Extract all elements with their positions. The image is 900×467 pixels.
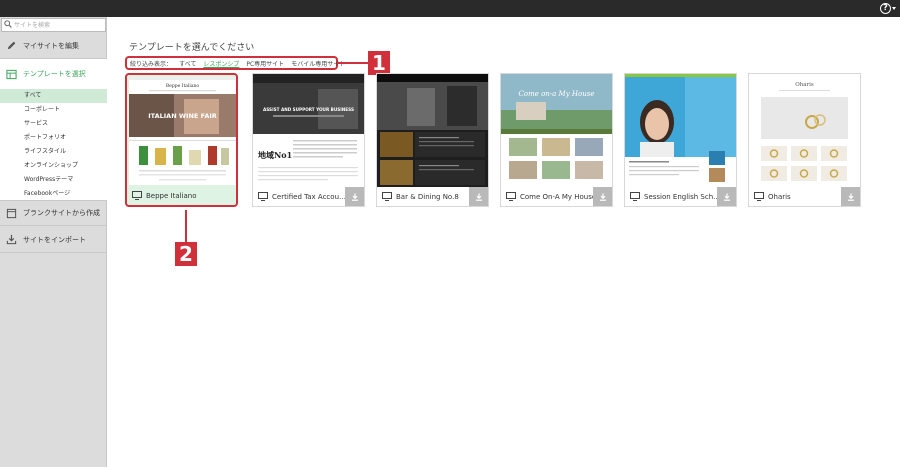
chevron-down-icon xyxy=(892,7,896,10)
template-card-bar-dining[interactable]: Bar & Dining No.8 xyxy=(376,73,489,207)
template-name: Session English School xyxy=(644,192,722,201)
template-thumbnail: Beppe Italiano ITALIAN WINE FAIR xyxy=(129,77,236,185)
template-caption: Oharis xyxy=(749,187,860,206)
download-icon xyxy=(599,193,606,201)
annotation-badge-1: 1 xyxy=(368,51,390,75)
filter-label: 絞り込み表示： xyxy=(130,60,173,68)
monitor-icon xyxy=(506,192,516,201)
thumb-logo: Oharis xyxy=(795,82,814,88)
pencil-icon xyxy=(7,41,16,50)
filter-pc-only[interactable]: PC専用サイト xyxy=(246,59,284,68)
thumb-script: Come on-a My House xyxy=(519,90,595,98)
template-category-list: すべて コーポレート サービス ポートフォリオ ライフスタイル オンラインショッ… xyxy=(0,89,107,200)
filter-responsive[interactable]: レスポンシブ xyxy=(203,59,239,68)
sidebar-item-label: ブランクサイトから作成 xyxy=(23,209,100,217)
help-menu-button[interactable]: ? xyxy=(880,2,896,15)
category-item-lifestyle[interactable]: ライフスタイル xyxy=(0,145,107,159)
download-button[interactable] xyxy=(717,187,736,206)
download-button[interactable] xyxy=(841,187,860,206)
search-input[interactable] xyxy=(14,19,104,31)
thumb-logo: Beppe Italiano xyxy=(166,83,200,89)
download-button[interactable] xyxy=(345,187,364,206)
top-bar: ? xyxy=(0,0,900,17)
download-icon xyxy=(847,193,854,201)
template-caption: Come On-A My House xyxy=(501,187,612,206)
sidebar-item-label: サイトをインポート xyxy=(23,235,86,244)
template-thumbnail: Come on-a My House xyxy=(501,74,612,187)
search-icon xyxy=(4,20,12,28)
annotation-connector-2 xyxy=(185,210,187,242)
sidebar-item-label: マイサイトを編集 xyxy=(23,41,79,50)
template-card-session-english[interactable]: Session English School xyxy=(624,73,737,207)
template-preview-graphic: Beppe Italiano ITALIAN WINE FAIR xyxy=(129,77,236,185)
category-item-all[interactable]: すべて xyxy=(0,89,107,103)
sidebar-item-create-blank[interactable]: ブランクサイトから作成 xyxy=(0,200,107,226)
template-name: Oharis xyxy=(768,192,791,201)
template-preview-graphic xyxy=(377,74,488,187)
filter-all[interactable]: すべて xyxy=(179,59,196,68)
thumb-headline: ITALIAN WINE FAIR xyxy=(148,112,217,120)
download-icon xyxy=(723,193,730,201)
template-thumbnail xyxy=(625,74,736,187)
search-box[interactable] xyxy=(1,18,106,32)
template-caption: Session English School xyxy=(625,187,736,206)
template-thumbnail: Oharis xyxy=(749,74,860,187)
template-caption: Bar & Dining No.8 xyxy=(377,187,488,206)
thumb-kanji: 地域No1 xyxy=(258,150,292,160)
template-name: Bar & Dining No.8 xyxy=(396,192,459,201)
category-item-corporate[interactable]: コーポレート xyxy=(0,103,107,117)
annotation-connector-1 xyxy=(338,62,368,64)
template-card-oharis[interactable]: Oharis Oharis xyxy=(748,73,861,207)
sidebar-item-select-template[interactable]: テンプレートを選択 xyxy=(0,59,107,89)
download-icon xyxy=(475,193,482,201)
template-thumbnail: ASSIST AND SUPPORT YOUR BUSINESS 地域No1 xyxy=(253,74,364,187)
template-thumbnail xyxy=(377,74,488,187)
sidebar: マイサイトを編集 テンプレートを選択 すべて コーポレート サービス ポートフォ… xyxy=(0,17,107,467)
import-icon xyxy=(6,234,17,245)
monitor-icon xyxy=(754,192,764,201)
category-item-online-shop[interactable]: オンラインショップ xyxy=(0,159,107,173)
sidebar-item-edit-my-site[interactable]: マイサイトを編集 xyxy=(0,33,107,59)
category-item-wordpress[interactable]: WordPressテーマ xyxy=(0,173,107,187)
template-caption: Beppe Italiano xyxy=(127,186,236,205)
template-name: Beppe Italiano xyxy=(146,191,197,200)
category-item-facebook[interactable]: Facebookページ xyxy=(0,187,107,201)
monitor-icon xyxy=(132,191,142,200)
download-button[interactable] xyxy=(469,187,488,206)
template-preview-graphic: Come on-a My House xyxy=(501,74,612,187)
category-item-service[interactable]: サービス xyxy=(0,117,107,131)
thumb-headline: ASSIST AND SUPPORT YOUR BUSINESS xyxy=(263,107,354,112)
template-name: Certified Tax Accountant xyxy=(272,192,350,201)
page-title: テンプレートを選んでください xyxy=(129,43,255,53)
annotation-badge-2: 2 xyxy=(175,242,197,266)
monitor-icon xyxy=(630,192,640,201)
template-card-come-on-a-my-house[interactable]: Come on-a My House Come On-A My House xyxy=(500,73,613,207)
template-name: Come On-A My House xyxy=(520,192,597,201)
blank-page-icon xyxy=(6,208,17,218)
monitor-icon xyxy=(382,192,392,201)
filter-bar: 絞り込み表示： すべて レスポンシブ PC専用サイト モバイル専用サイト xyxy=(125,56,345,70)
grid-icon xyxy=(6,69,17,79)
question-circle-icon: ? xyxy=(880,3,891,14)
sidebar-item-import-site[interactable]: サイトをインポート xyxy=(0,227,107,253)
template-preview-graphic: Oharis xyxy=(749,74,860,187)
template-caption: Certified Tax Accountant xyxy=(253,187,364,206)
template-card-certified-tax[interactable]: ASSIST AND SUPPORT YOUR BUSINESS 地域No1 C… xyxy=(252,73,365,207)
template-preview-graphic: ASSIST AND SUPPORT YOUR BUSINESS 地域No1 xyxy=(253,74,364,187)
sidebar-item-label: テンプレートを選択 xyxy=(23,70,86,78)
template-preview-graphic xyxy=(625,74,736,187)
monitor-icon xyxy=(258,192,268,201)
template-card-beppe-italiano[interactable]: Beppe Italiano ITALIAN WINE FAIR Beppe I… xyxy=(125,73,238,207)
download-icon xyxy=(351,193,358,201)
category-item-portfolio[interactable]: ポートフォリオ xyxy=(0,131,107,145)
download-button[interactable] xyxy=(593,187,612,206)
